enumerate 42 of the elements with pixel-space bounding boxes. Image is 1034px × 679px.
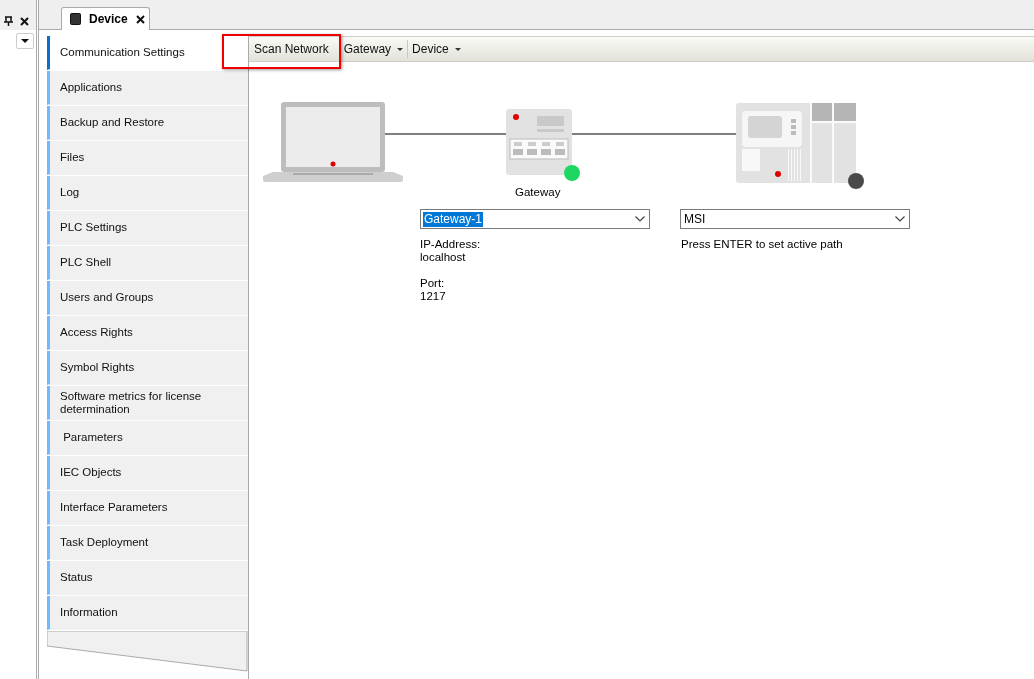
info-label: IP-Address: <box>420 238 481 251</box>
info-value: 1217 <box>420 290 447 303</box>
sidebar-item[interactable]: Parameters <box>47 421 248 455</box>
selected-text: MSI <box>683 211 707 227</box>
chevron-down-icon <box>635 216 645 222</box>
chevron-down-icon <box>895 216 905 222</box>
sidebar-item[interactable]: Access Rights <box>47 316 248 350</box>
caret-icon <box>397 47 404 51</box>
toolbar-button[interactable]: Scan Network <box>249 38 339 60</box>
menu-button[interactable]: Gateway <box>339 38 408 60</box>
node-label: Gateway <box>515 186 561 198</box>
sidebar-item[interactable]: Symbol Rights <box>47 351 248 385</box>
close-icon[interactable] <box>135 14 145 24</box>
caret-icon <box>454 47 461 51</box>
sidebar-item[interactable]: Interface Parameters <box>47 491 248 525</box>
sidebar-item[interactable]: Information <box>47 596 248 630</box>
device-icon <box>70 13 81 25</box>
sidebar-item[interactable]: Backup and Restore <box>47 106 248 140</box>
sidebar-item[interactable]: Log <box>47 176 248 210</box>
dropdown-field[interactable]: MSI <box>680 209 910 229</box>
hint-text: Press ENTER to set active path <box>681 238 843 251</box>
laptop-icon <box>263 102 403 183</box>
sidebar-item[interactable]: Applications <box>47 71 248 105</box>
sidebar-item[interactable]: Task Deployment <box>47 526 248 560</box>
info-label: Port: <box>420 277 446 290</box>
dropdown-field[interactable]: Gateway-1 <box>420 209 650 229</box>
sidebar-item[interactable]: Files <box>47 141 248 175</box>
editor-tab[interactable]: Device <box>61 7 150 30</box>
sidebar-item[interactable]: Status <box>47 561 248 595</box>
sidebar-item[interactable]: PLC Settings <box>47 211 248 245</box>
pin-icon[interactable] <box>4 16 13 26</box>
caret-icon <box>21 39 29 43</box>
sidebar-item[interactable]: IEC Objects <box>47 456 248 490</box>
sidebar-item[interactable]: PLC Shell <box>47 246 248 280</box>
sidebar-item[interactable]: Software metrics for license determination <box>47 386 248 420</box>
menu-button[interactable]: Device <box>408 38 465 60</box>
dropdown-button[interactable] <box>16 33 34 49</box>
selected-text: Gateway-1 <box>423 211 484 227</box>
info-value: localhost <box>420 251 467 264</box>
gateway-drawing <box>506 109 572 175</box>
sidebar-item[interactable]: Users and Groups <box>47 281 248 315</box>
close-icon[interactable] <box>20 17 29 26</box>
